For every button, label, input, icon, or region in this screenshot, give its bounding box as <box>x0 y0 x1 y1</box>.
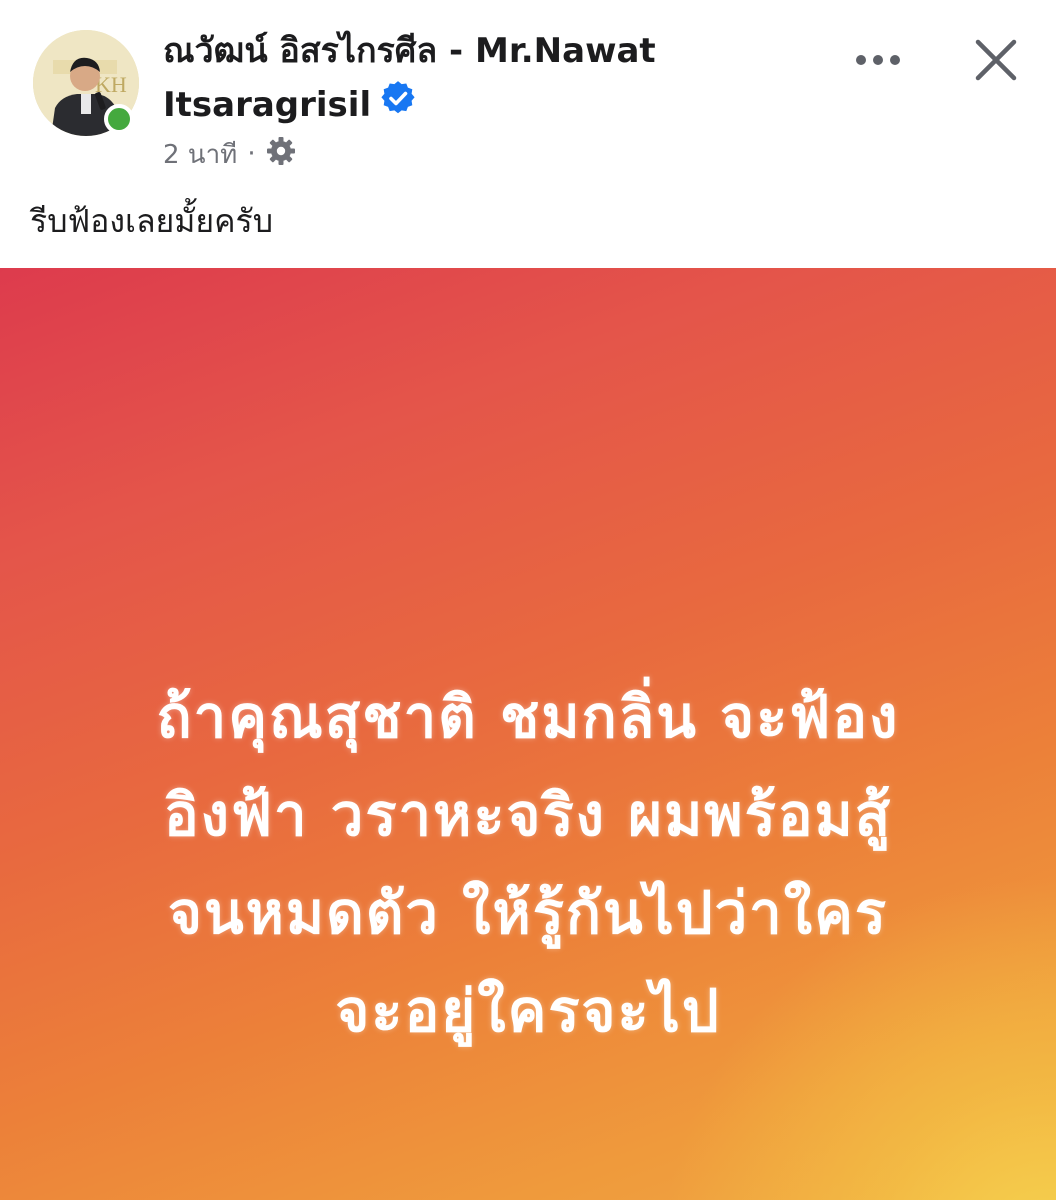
close-button[interactable] <box>966 30 1026 90</box>
post-caption: รีบฟ้องเลยมั้ยครับ <box>30 202 274 240</box>
media-text-line: จะอยู่ใครจะไป <box>335 977 721 1045</box>
online-status-dot <box>104 104 134 134</box>
more-options-button[interactable] <box>850 40 906 80</box>
author-name[interactable]: ณวัฒน์ อิสรไกรศีล - Mr.Nawat Itsaragrisi… <box>163 24 763 132</box>
post-header: KH ณวัฒน์ อิสรไกรศีล - Mr.Nawat Itsaragr… <box>0 0 1056 268</box>
media-text-line: จนหมดตัว ให้รู้กันไปว่าใคร <box>167 879 889 947</box>
meta-separator: · <box>247 139 256 169</box>
author-name-line1[interactable]: ณวัฒน์ อิสรไกรศีล - Mr.Nawat <box>163 24 763 78</box>
facebook-post: KH ณวัฒน์ อิสรไกรศีล - Mr.Nawat Itsaragr… <box>0 0 1056 1200</box>
close-icon <box>975 39 1017 81</box>
media-text-line: ถ้าคุณสุชาติ ชมกลิ่น จะฟ้อง <box>156 683 900 751</box>
author-name-line2-row: Itsaragrisil <box>163 78 763 132</box>
verified-badge-icon <box>381 77 415 131</box>
more-horizontal-icon <box>856 55 900 65</box>
post-media-image[interactable]: ถ้าคุณสุชาติ ชมกลิ่น จะฟ้อง อิงฟ้า วราหะ… <box>0 268 1056 1200</box>
media-text-block: ถ้าคุณสุชาติ ชมกลิ่น จะฟ้อง อิงฟ้า วราหะ… <box>0 668 1056 1060</box>
author-name-line2[interactable]: Itsaragrisil <box>163 85 371 125</box>
gear-icon[interactable] <box>266 136 296 173</box>
post-meta: 2 นาที · <box>163 134 296 174</box>
media-text-line: อิงฟ้า วราหะจริง ผมพร้อมสู้ <box>163 781 893 849</box>
post-time[interactable]: 2 นาที <box>163 134 237 175</box>
